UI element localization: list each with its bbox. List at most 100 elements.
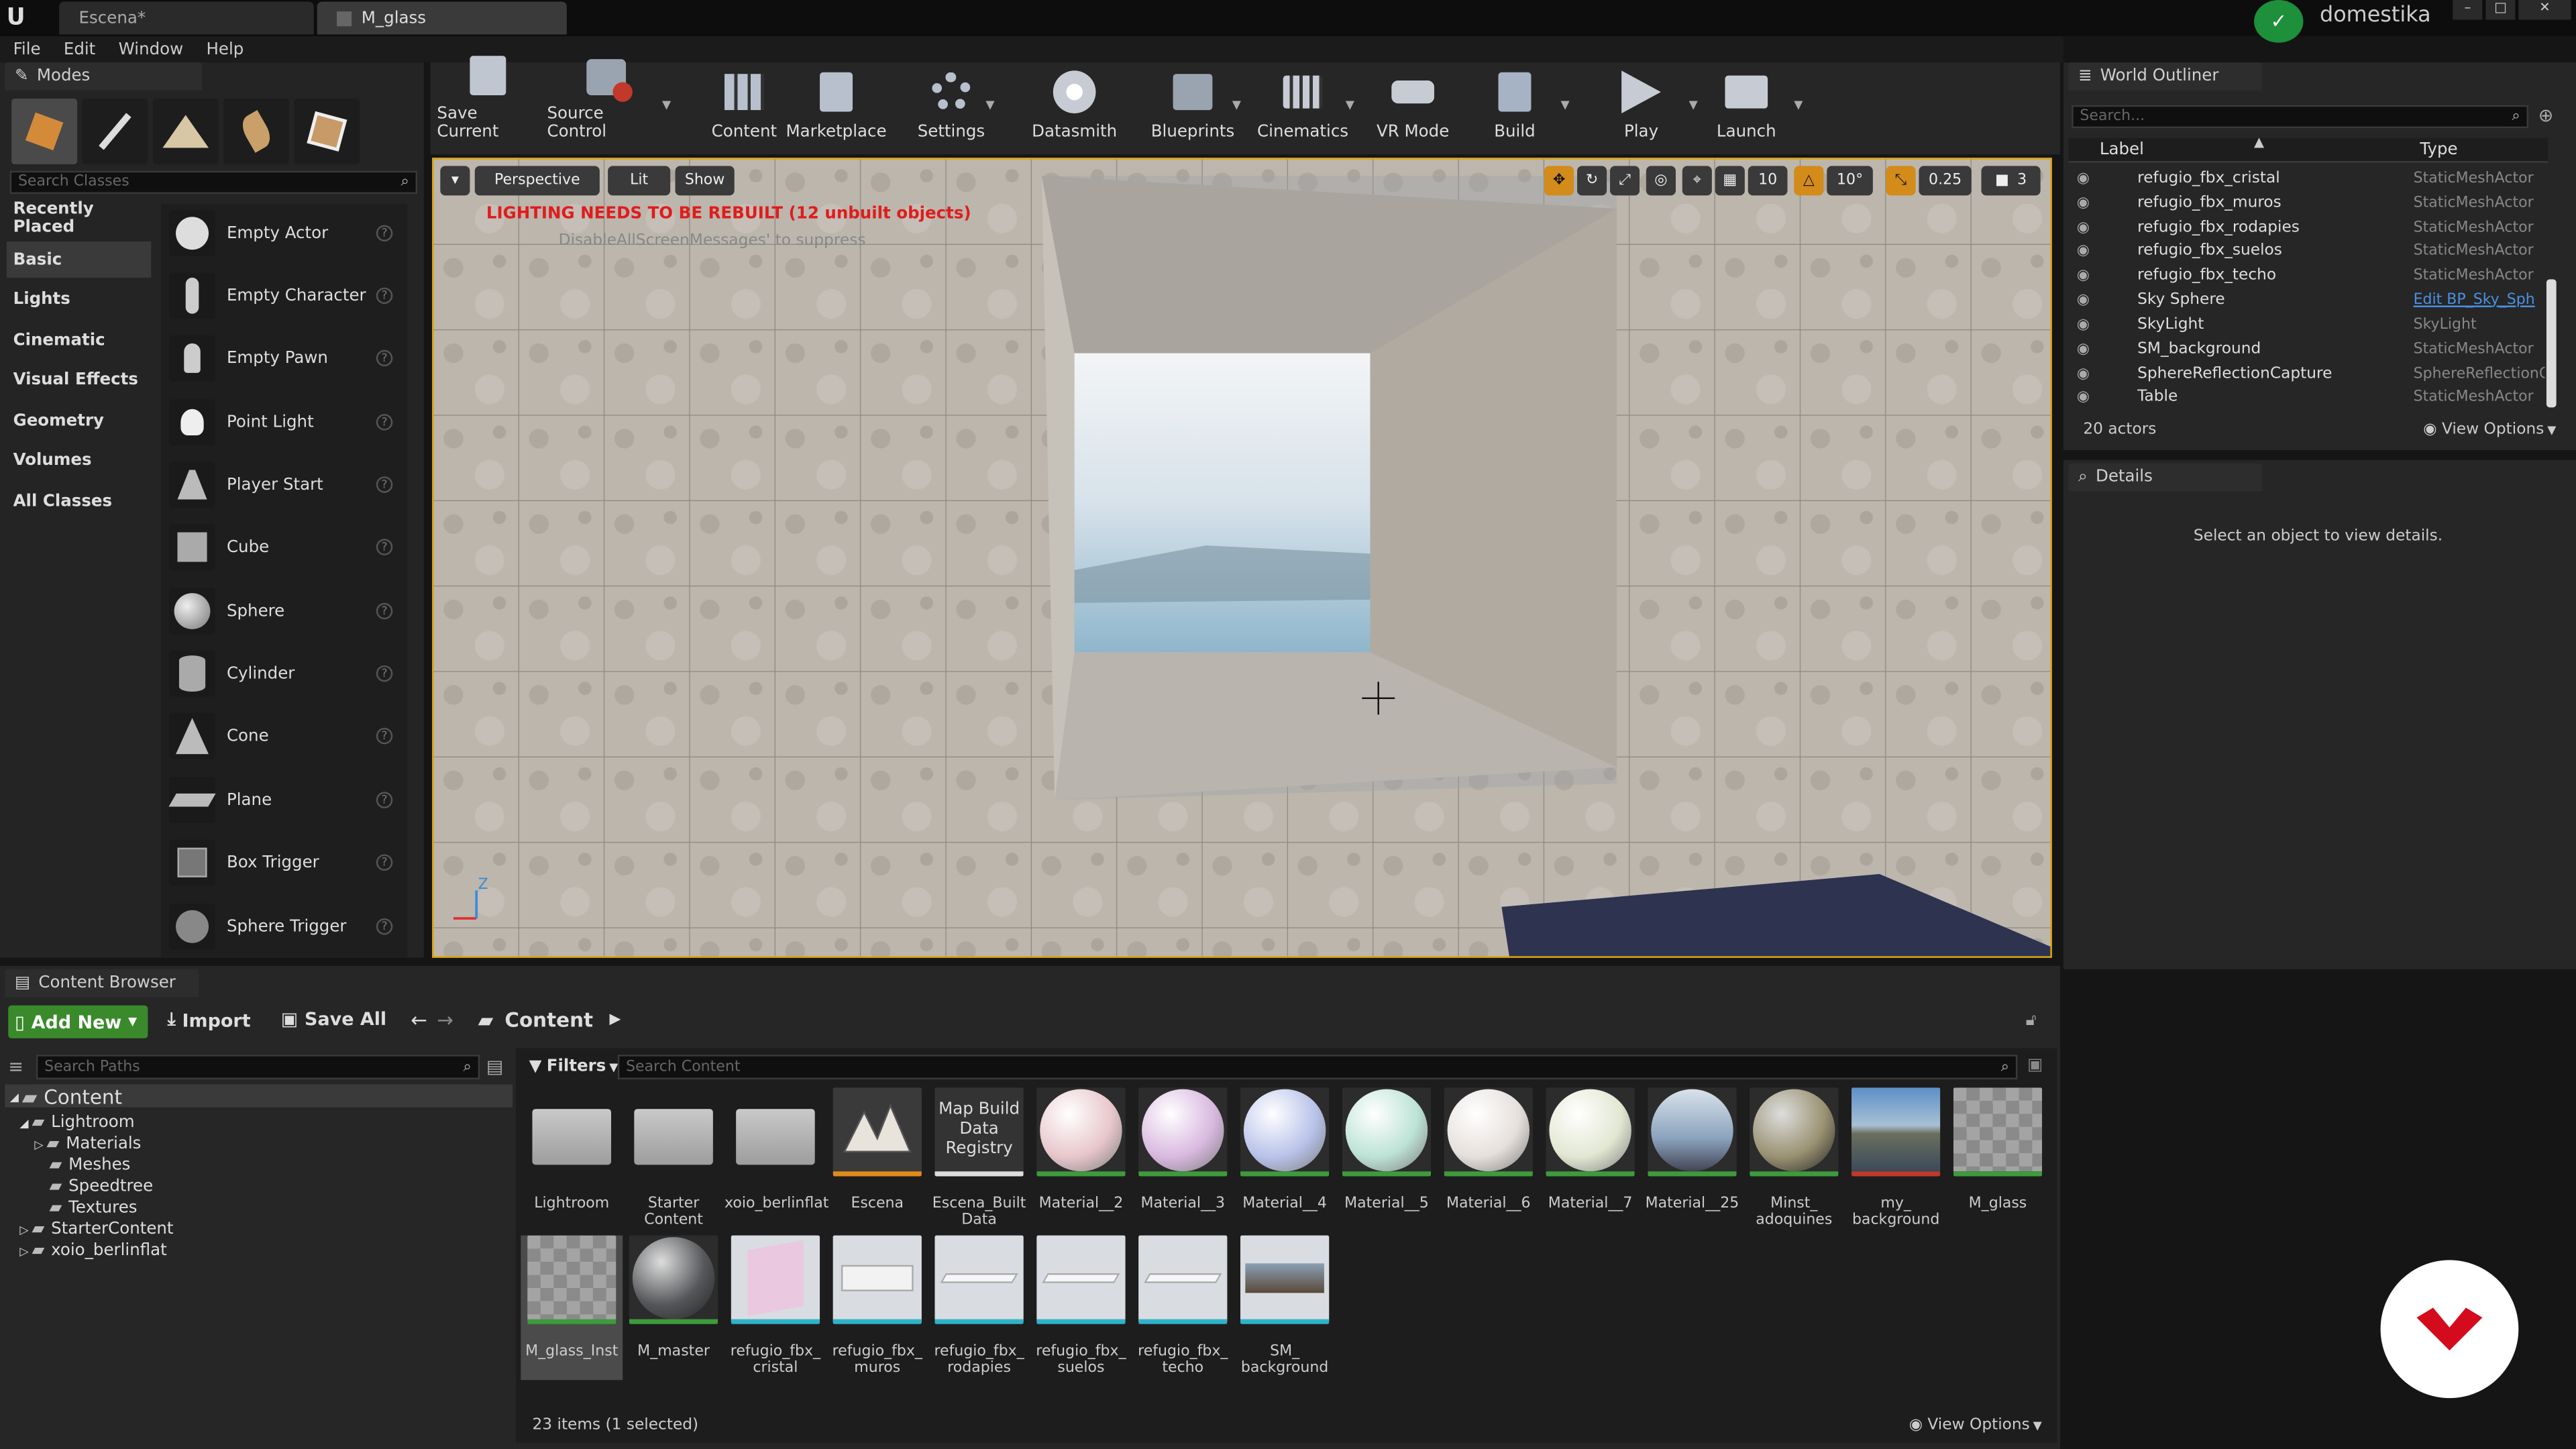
grid-snap-value[interactable]: 10 xyxy=(1748,166,1788,196)
outliner-row[interactable]: ◉ SkyLight SkyLight xyxy=(2068,312,2544,337)
paint-mode-icon[interactable] xyxy=(82,98,148,164)
save-all-button[interactable]: ▣ Save All xyxy=(281,1009,386,1030)
search-content-input[interactable]: Search Content ⌕ xyxy=(617,1055,2018,1079)
sources-toggle-icon[interactable]: ≡ xyxy=(8,1057,23,1078)
help-icon[interactable]: ? xyxy=(376,350,393,367)
visibility-eye-icon[interactable]: ◉ xyxy=(2072,219,2094,235)
back-arrow-icon[interactable]: ← xyxy=(411,1009,427,1032)
menu-edit[interactable]: Edit xyxy=(64,40,95,58)
forward-arrow-icon[interactable]: → xyxy=(437,1009,453,1032)
category-basic[interactable]: Basic xyxy=(6,241,152,278)
tree-item-meshes[interactable]: ▰ Meshes xyxy=(49,1155,130,1177)
minimize-button[interactable]: – xyxy=(2453,0,2483,20)
asset-tile[interactable]: Escena xyxy=(826,1087,928,1212)
lock-icon[interactable]: 🔓︎ xyxy=(2026,1012,2037,1030)
cinematics-button[interactable]: Cinematics xyxy=(1255,66,1350,148)
vr-mode-button[interactable]: VR Mode xyxy=(1370,66,1455,148)
asset-tile[interactable]: M_glass_Inst xyxy=(521,1235,623,1381)
class-item-cylinder[interactable]: Cylinder? xyxy=(164,644,402,703)
path-breadcrumb[interactable]: ▰ Content ▶ xyxy=(478,1009,621,1032)
help-icon[interactable]: ? xyxy=(376,225,393,242)
outliner-row[interactable]: ◉ refugio_fbx_muros StaticMeshActor xyxy=(2068,191,2544,215)
search-paths-input[interactable]: Search Paths ⌕ xyxy=(36,1055,480,1079)
class-item-empty-character[interactable]: Empty Character? xyxy=(164,266,402,325)
outliner-row[interactable]: ◉ refugio_fbx_suelos StaticMeshActor xyxy=(2068,238,2544,263)
foliage-mode-icon[interactable] xyxy=(223,98,290,164)
tree-item-content[interactable]: ◢ ▰ Content xyxy=(10,1085,122,1108)
datasmith-button[interactable]: Datasmith xyxy=(1027,66,1122,148)
asset-tile[interactable]: Lightroom xyxy=(521,1087,623,1212)
asset-tile[interactable]: Material__6 xyxy=(1438,1087,1540,1212)
help-icon[interactable]: ? xyxy=(376,287,393,305)
asset-tile[interactable]: Minst_ adoquines xyxy=(1743,1087,1845,1229)
outliner-row[interactable]: ◉ Table StaticMeshActor xyxy=(2068,384,2544,409)
class-item-plane[interactable]: Plane? xyxy=(164,771,402,830)
menu-help[interactable]: Help xyxy=(206,40,244,58)
asset-tile[interactable]: refugio_fbx_ cristal xyxy=(724,1235,826,1377)
maximize-button[interactable]: □ xyxy=(2485,0,2516,20)
category-recently-placed[interactable]: Recently Placed xyxy=(7,201,152,237)
asset-tile[interactable]: SM_ background xyxy=(1234,1235,1336,1377)
build-dropdown[interactable]: ▼ xyxy=(1561,99,1570,112)
menu-file[interactable]: File xyxy=(13,40,41,58)
class-item-sphere-trigger[interactable]: Sphere Trigger? xyxy=(164,897,402,956)
content-browser-tab[interactable]: ▤ Content Browser xyxy=(5,969,199,998)
category-volumes[interactable]: Volumes xyxy=(7,442,152,478)
visibility-eye-icon[interactable]: ◉ xyxy=(2072,316,2094,332)
details-tab[interactable]: ⌕ Details xyxy=(2068,463,2263,492)
help-icon[interactable]: ? xyxy=(376,539,393,555)
scale-snap-icon[interactable]: ⤡ xyxy=(1886,166,1916,196)
scale-snap-value[interactable]: 0.25 xyxy=(1919,166,1972,196)
perspective-button[interactable]: Perspective xyxy=(474,166,600,196)
tree-item-lightroom[interactable]: ◢ ▰ Lightroom xyxy=(19,1112,134,1134)
rotation-snap-icon[interactable]: △ xyxy=(1794,166,1824,196)
asset-tile[interactable]: refugio_fbx_ muros xyxy=(826,1235,928,1377)
visibility-eye-icon[interactable]: ◉ xyxy=(2072,366,2094,382)
asset-tile[interactable]: Map Build Data Registry Escena_Built Data xyxy=(928,1087,1030,1229)
launch-dropdown[interactable]: ▼ xyxy=(1794,99,1803,112)
tree-item-xoio-berlinflat[interactable]: ▷ ▰ xoio_berlinflat xyxy=(19,1240,166,1262)
category-all-classes[interactable]: All Classes xyxy=(7,483,152,519)
source-control-dropdown[interactable]: ▼ xyxy=(662,99,671,112)
help-icon[interactable]: ? xyxy=(376,602,393,620)
class-item-cube[interactable]: Cube? xyxy=(164,517,402,576)
outliner-row[interactable]: ◉ refugio_fbx_rodapies StaticMeshActor xyxy=(2068,215,2544,240)
tab-escena[interactable]: Escena* xyxy=(59,1,314,35)
settings-dropdown[interactable]: ▼ xyxy=(985,99,994,112)
play-button[interactable]: Play xyxy=(1603,66,1679,148)
outliner-search-input[interactable]: Search... ⌕ xyxy=(2072,105,2529,129)
add-actor-icon[interactable]: ⊕ xyxy=(2538,105,2554,127)
modes-tab[interactable]: ✎ Modes xyxy=(5,62,203,91)
marketplace-button[interactable]: Marketplace xyxy=(786,66,888,148)
rotation-snap-value[interactable]: 10° xyxy=(1827,166,1873,196)
visibility-eye-icon[interactable]: ◉ xyxy=(2072,170,2094,186)
source-control-status-icon[interactable]: ✓ xyxy=(2254,0,2304,43)
class-item-empty-pawn[interactable]: Empty Pawn? xyxy=(164,329,402,388)
content-view-options[interactable]: ◉ View Options ▼ xyxy=(1909,1416,2042,1434)
asset-tile[interactable]: refugio_fbx_ suelos xyxy=(1030,1235,1132,1377)
asset-tile[interactable]: M_master xyxy=(623,1235,724,1360)
geometry-mode-icon[interactable] xyxy=(294,98,360,164)
asset-tile[interactable]: Starter Content xyxy=(623,1087,724,1229)
close-button[interactable]: ✕ xyxy=(2518,0,2571,20)
asset-tile[interactable]: refugio_fbx_ techo xyxy=(1132,1235,1234,1377)
world-space-icon[interactable]: ◎ xyxy=(1646,166,1676,196)
column-type[interactable]: Type xyxy=(2420,142,2457,160)
filters-button[interactable]: ▼ Filters ▼ xyxy=(529,1058,619,1076)
visibility-eye-icon[interactable]: ◉ xyxy=(2072,292,2094,308)
help-icon[interactable]: ? xyxy=(376,727,393,745)
add-new-button[interactable]: ▯ Add New ▼ xyxy=(8,1005,148,1038)
import-button[interactable]: ⤓ Import xyxy=(168,1009,251,1032)
play-dropdown[interactable]: ▼ xyxy=(1689,99,1698,112)
category-geometry[interactable]: Geometry xyxy=(7,402,152,439)
class-item-player-start[interactable]: Player Start? xyxy=(164,455,402,514)
class-item-point-light[interactable]: Point Light? xyxy=(164,392,402,451)
help-icon[interactable]: ? xyxy=(376,792,393,808)
blueprints-dropdown[interactable]: ▼ xyxy=(1232,99,1241,112)
asset-tile[interactable]: Material__3 xyxy=(1132,1087,1234,1212)
camera-speed-button[interactable]: ■ 3 xyxy=(1981,166,2041,196)
translate-tool-icon[interactable]: ✥ xyxy=(1544,166,1574,196)
tree-item-textures[interactable]: ▰ Textures xyxy=(49,1197,137,1219)
help-icon[interactable]: ? xyxy=(376,665,393,682)
asset-tile[interactable]: Material__2 xyxy=(1030,1087,1132,1212)
